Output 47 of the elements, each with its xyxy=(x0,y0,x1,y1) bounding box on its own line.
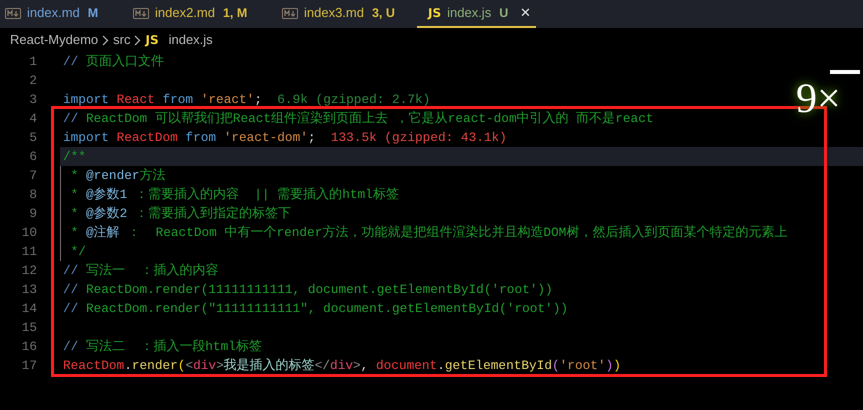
line-number: 5 xyxy=(28,128,37,147)
line-number: 6 xyxy=(28,148,37,166)
chevron-right-icon xyxy=(134,34,142,46)
code-line: // 页面入口文件 xyxy=(62,53,164,71)
markdown-icon xyxy=(133,8,149,18)
js-file-icon: JS xyxy=(428,4,442,22)
code-line: * @参数2 ：需要插入到指定的标签下 xyxy=(60,204,291,223)
code-line: */ xyxy=(60,242,86,261)
code-line: * @注解 ： ReactDom 中有一个render方法，功能就是把组件渲染比并且构造DOM树，然后插入到页面某个特定的元素上 xyxy=(60,223,788,242)
line-number: 16 xyxy=(20,338,37,356)
chevron-right-icon xyxy=(102,34,110,46)
line-number: 3 xyxy=(28,90,37,109)
line-number: 1 xyxy=(28,52,37,71)
line-number: 8 xyxy=(28,186,37,204)
editor-tab[interactable]: index.md M xyxy=(0,0,128,28)
line-number: 9 xyxy=(28,204,37,223)
line-number: 4 xyxy=(28,110,37,128)
code-line: * @render方法 xyxy=(60,166,166,185)
code-line: import ReactDom from 'react-dom'; 133.5k (gzipped: 43.1k) xyxy=(62,129,507,147)
breadcrumb-item[interactable]: React-Mydemo xyxy=(10,30,98,50)
editor-tab[interactable]: JS index.js U ✕ xyxy=(417,0,536,28)
code-line: import React from 'react'; 6.9k (gzipped: 2.7k) xyxy=(62,91,430,109)
code-line: // 写法二 ：插入一段html标签 xyxy=(62,338,262,356)
markdown-icon xyxy=(282,8,298,18)
editor-tab[interactable]: index2.md 1, M xyxy=(128,0,277,28)
line-number: 11 xyxy=(20,242,37,261)
line-number: 2 xyxy=(28,72,37,90)
close-icon[interactable]: ✕ xyxy=(520,3,532,23)
editor-tab[interactable]: index3.md 3, U xyxy=(277,0,417,28)
code-line: // ReactDom.render(11111111111, document.getElementById('root')) xyxy=(62,281,553,299)
code-line: * @参数1 ：需要插入的内容 || 需要插入的html标签 xyxy=(60,185,399,204)
breadcrumb-item[interactable]: index.js xyxy=(168,30,213,50)
line-number: 7 xyxy=(28,166,37,185)
line-number: 17 xyxy=(20,356,37,375)
line-number: 12 xyxy=(20,262,37,280)
markdown-icon xyxy=(5,8,21,18)
code-line: // 写法一 ：插入的内容 xyxy=(62,262,218,280)
breadcrumb-item[interactable]: src xyxy=(113,30,130,50)
line-number: 15 xyxy=(20,318,37,337)
code-line: // ReactDom 可以帮我们把React组件渲染到页面上去 ，它是从react-dom中引入的 而不是react xyxy=(62,110,654,128)
code-line: // ReactDom.render("11111111111", document.getElementById('root')) xyxy=(62,300,568,318)
dash-mark xyxy=(830,70,860,74)
line-number: 14 xyxy=(20,300,37,318)
js-file-icon: JS xyxy=(145,31,159,49)
line-number: 10 xyxy=(20,224,37,242)
line-number: 13 xyxy=(20,280,37,299)
code-line: ReactDom.render(<div>我是插入的标签</div>, document.getElementById('root')) xyxy=(62,357,621,375)
